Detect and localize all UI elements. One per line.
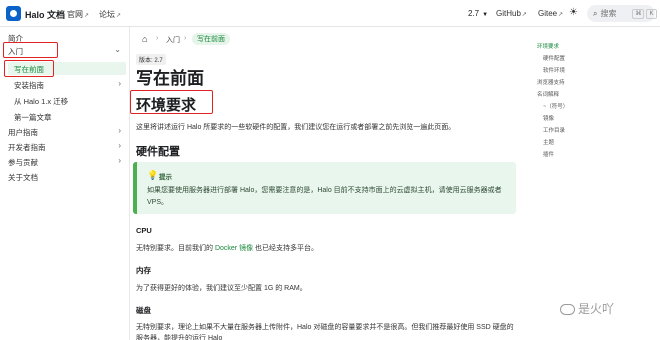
breadcrumb-separator: › [184,35,187,42]
shortcut-key-cmd: ⌘ [632,8,645,19]
heading-disk: 磁盘 [136,306,151,315]
toc-item-env-requirements[interactable]: 环境要求 [537,42,559,50]
wechat-icon [560,304,575,316]
toc-item-theme[interactable]: 主题 [543,138,554,146]
page-title: 写在前面 [136,69,204,88]
toc-item-workdir[interactable]: 工作目录 [543,126,565,134]
watermark: 是火吖 [560,300,614,317]
heading-env-requirements: 环境要求 [136,97,197,114]
sidebar-item-first-post[interactable]: 第一篇文章 [14,112,52,123]
sidebar-item-contribute[interactable]: 参与贡献 [8,157,38,168]
nav-link-forum[interactable]: 论坛↗ [99,9,121,20]
sidebar-item-foreword[interactable]: 写在前面 [14,64,44,75]
external-link-icon: ↗ [116,13,122,19]
toc-item-tilde[interactable]: ~（符号） [543,102,568,110]
toc-item-glossary[interactable]: 名词解释 [537,90,559,98]
chevron-right-icon[interactable]: › [118,79,121,88]
caret-down-icon: ▼ [482,12,489,18]
heading-memory: 内存 [136,266,151,275]
nav-link-official-site[interactable]: 官网↗ [67,9,89,20]
breadcrumb-current: 写在前面 [192,33,230,45]
intro-paragraph: 这里将讲述运行 Halo 所要求的一些软硬件的配置，我们建议您在运行或者部署之前… [136,124,456,131]
toc-item-plugin[interactable]: 插件 [543,150,554,158]
lightbulb-icon: 💡 [147,170,159,180]
brand-title[interactable]: Halo 文档 [25,8,65,21]
sidebar-item-install-guide[interactable]: 安装指南 [14,80,44,91]
sidebar-item-getting-started[interactable]: 入门 [8,46,23,57]
heading-cpu: CPU [136,226,152,235]
heading-hardware: 硬件配置 [136,146,180,158]
sidebar-item-migrate[interactable]: 从 Halo 1.x 迁移 [14,96,68,107]
nav-link-github[interactable]: GitHub↗ [496,9,527,18]
search-input[interactable] [600,9,631,18]
sidebar-item-about-docs[interactable]: 关于文档 [8,172,38,183]
chevron-right-icon[interactable]: › [118,156,121,165]
top-navbar: Halo 文档 官网↗ 论坛↗ 2.7 ▼ GitHub↗ Gitee↗ ☀ ⌕ … [0,0,660,27]
nav-link-gitee[interactable]: Gitee↗ [538,9,563,18]
search-icon: ⌕ [593,8,598,18]
cpu-paragraph: 无特别要求。目前我们的 Docker 镜像 也已经支持多平台。 [136,245,319,252]
search-bar[interactable]: ⌕ ⌘ K [587,5,657,22]
disk-paragraph: 无特别要求，理论上如果不大量在服务器上传附件，Halo 对磁盘的容量要求并不是很… [136,324,514,340]
version-dropdown[interactable]: 2.7 ▼ [468,9,488,18]
chevron-right-icon[interactable]: › [118,141,121,150]
halo-logo-icon[interactable] [6,6,21,21]
sidebar-item-developer-guide[interactable]: 开发者指南 [8,142,46,153]
breadcrumb-parent[interactable]: 入门 [166,35,180,45]
external-link-icon: ↗ [84,13,90,19]
memory-paragraph: 为了获得更好的体验，我们建议至少配置 1G 的 RAM。 [136,285,307,292]
tip-admonition: 💡 提示 如果您要使用服务器进行部署 Halo，您需要注意的是，Halo 目前不… [133,162,516,214]
chevron-down-icon[interactable]: ⌄ [114,45,121,54]
watermark-text: 是火吖 [578,302,615,316]
tip-label: 提示 [159,174,172,181]
toc-item-software[interactable]: 软件环境 [543,66,565,74]
breadcrumb-separator: › [156,35,159,42]
docker-image-link[interactable]: Docker 镜像 [215,245,253,252]
tip-text: 如果您要使用服务器进行部署 Halo，您需要注意的是，Halo 目前不支持市面上… [147,187,502,206]
shortcut-key-k: K [646,8,657,19]
sidebar-item-user-guide[interactable]: 用户指南 [8,127,38,138]
external-link-icon: ↗ [558,12,564,18]
chevron-right-icon[interactable]: › [118,126,121,135]
external-link-icon: ↗ [521,12,527,18]
toc-item-hardware[interactable]: 硬件配置 [543,54,565,62]
toc-item-image[interactable]: 镜像 [543,114,554,122]
home-icon[interactable]: ⌂ [142,34,147,44]
theme-toggle-sun-icon[interactable]: ☀ [569,7,578,18]
toc-item-browser-support[interactable]: 浏览器支持 [537,78,565,86]
sidebar: 简介 入门 ⌄ 写在前面 安装指南 › 从 Halo 1.x 迁移 第一篇文章 … [0,27,130,340]
